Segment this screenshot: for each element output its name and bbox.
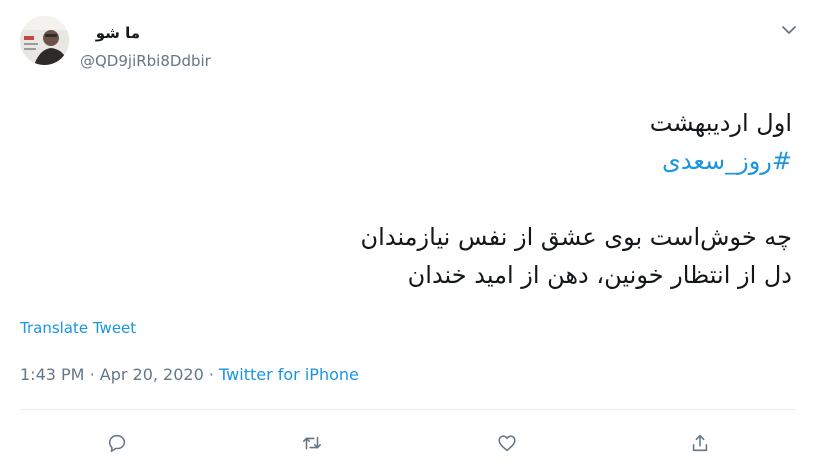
tweet-time[interactable]: 1:43 PM [20,365,84,384]
display-name[interactable]: ما شو [80,24,140,42]
like-button[interactable] [492,428,522,458]
translate-tweet-link[interactable]: Translate Tweet [20,319,136,337]
share-icon [692,434,708,452]
chevron-down-icon[interactable] [779,20,799,40]
meta-separator: · [208,365,214,384]
tweet-text-line: چه خوش‌است بوی عشق از نفس نیازمندان [360,223,792,251]
tweet-text: اول اردیبهشت #روز_سعدی چه خوش‌است بوی عش… [32,104,792,294]
avatar-image [20,16,69,65]
retweet-button[interactable] [297,428,327,458]
tweet-text-line: اول اردیبهشت [649,109,792,137]
tweet-source-link[interactable]: Twitter for iPhone [219,365,359,384]
tweet-date[interactable]: Apr 20, 2020 [100,365,204,384]
tweet-text-line: دل از انتظار خونین، دهن از امید خندان [407,261,792,289]
retweet-icon [302,436,322,450]
avatar[interactable] [20,16,69,65]
user-handle[interactable]: @QD9jiRbi8Ddbir [80,52,211,70]
tweet-card: ما شو @QD9jiRbi8Ddbir اول اردیبهشت #روز_… [0,0,816,473]
meta-separator: · [89,365,95,384]
divider [20,409,796,410]
like-icon [498,435,516,452]
tweet-metadata: 1:43 PM · Apr 20, 2020 · Twitter for iPh… [20,365,359,384]
action-bar [0,424,816,460]
reply-button[interactable] [102,428,132,458]
share-button[interactable] [685,428,715,458]
reply-icon [108,434,126,453]
hashtag-link[interactable]: #روز_سعدی [32,142,792,180]
